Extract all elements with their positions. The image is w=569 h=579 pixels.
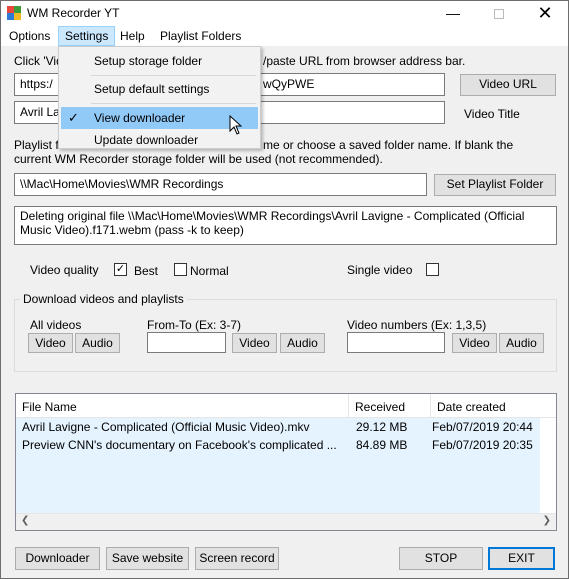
column-received[interactable]: Received xyxy=(349,394,431,418)
video-url-value-right: wQyPWE xyxy=(263,77,315,91)
video-quality-label: Video quality xyxy=(30,263,99,277)
normal-quality-checkbox[interactable] xyxy=(174,263,187,276)
minimize-button[interactable]: — xyxy=(430,1,476,26)
menu-help[interactable]: Help xyxy=(114,26,151,46)
file-name-cell: Avril Lavigne - Complicated (Official Mu… xyxy=(22,420,310,434)
menu-bar: Options Settings Help Playlist Folders xyxy=(1,26,568,46)
scroll-right-icon[interactable]: ❯ xyxy=(543,515,551,526)
scroll-left-icon[interactable]: ❮ xyxy=(21,515,29,526)
playlist-instruction-left: Playlist f xyxy=(14,138,59,152)
title-bar: WM Recorder YT — ✕ xyxy=(1,1,568,26)
menu-separator xyxy=(91,103,256,104)
maximize-icon xyxy=(494,9,504,20)
screen-record-button[interactable]: Screen record xyxy=(195,547,279,570)
video-numbers-audio-button[interactable]: Audio xyxy=(499,333,544,353)
file-name-cell: Preview CNN's documentary on Facebook's … xyxy=(22,438,337,452)
menu-item-view-downloader-label: View downloader xyxy=(94,111,186,125)
playlist-instruction-right: me or choose a saved folder name. If bla… xyxy=(263,138,514,152)
received-cell: 84.89 MB xyxy=(356,438,408,452)
mouse-cursor-icon xyxy=(229,115,242,135)
menu-item-setup-default-settings[interactable]: Setup default settings xyxy=(61,78,258,100)
download-group-title: Download videos and playlists xyxy=(20,292,187,306)
status-output: Deleting original file \\Mac\Home\Movies… xyxy=(14,206,557,245)
best-quality-checkbox[interactable]: ✓ xyxy=(114,263,127,276)
set-playlist-folder-button[interactable]: Set Playlist Folder xyxy=(434,174,556,196)
column-date-created[interactable]: Date created xyxy=(431,394,556,418)
minimize-icon: — xyxy=(446,5,460,21)
close-icon: ✕ xyxy=(537,3,553,23)
all-videos-audio-button[interactable]: Audio xyxy=(75,333,120,353)
video-numbers-label: Video numbers (Ex: 1,3,5) xyxy=(347,318,487,332)
video-url-value-left: https:/ xyxy=(20,77,53,91)
exit-button[interactable]: EXIT xyxy=(488,547,555,570)
received-cell: 29.12 MB xyxy=(356,420,408,434)
list-empty-area xyxy=(16,454,540,516)
url-instruction-right: /paste URL from browser address bar. xyxy=(263,54,466,68)
table-row[interactable]: Preview CNN's documentary on Facebook's … xyxy=(16,436,540,454)
window-title: WM Recorder YT xyxy=(27,6,120,20)
menu-options[interactable]: Options xyxy=(3,26,56,46)
checkmark-icon: ✓ xyxy=(68,110,79,125)
date-cell: Feb/07/2019 20:44 xyxy=(432,420,533,434)
from-to-label: From-To (Ex: 3-7) xyxy=(147,318,242,332)
file-list[interactable]: File Name Received Date created Avril La… xyxy=(15,393,557,531)
all-videos-video-button[interactable]: Video xyxy=(28,333,73,353)
playlist-instruction-line2: current WM Recorder storage folder will … xyxy=(14,152,383,166)
normal-quality-label: Normal xyxy=(190,264,229,278)
from-to-audio-button[interactable]: Audio xyxy=(280,333,325,353)
single-video-checkbox[interactable] xyxy=(426,263,439,276)
column-file-name[interactable]: File Name xyxy=(16,394,349,418)
from-to-video-button[interactable]: Video xyxy=(232,333,277,353)
url-instruction-left: Click 'Vid xyxy=(14,54,63,68)
from-to-input[interactable] xyxy=(147,332,226,353)
all-videos-label: All videos xyxy=(30,318,82,332)
table-row[interactable]: Avril Lavigne - Complicated (Official Mu… xyxy=(16,418,540,436)
menu-item-setup-storage-folder[interactable]: Setup storage folder xyxy=(61,50,258,72)
single-video-label: Single video xyxy=(347,263,413,277)
video-url-button[interactable]: Video URL xyxy=(460,74,556,96)
file-list-header: File Name Received Date created xyxy=(16,394,556,418)
playlist-folder-input[interactable]: \\Mac\Home\Movies\WMR Recordings xyxy=(14,173,427,196)
video-title-label: Video Title xyxy=(464,107,520,121)
menu-playlist-folders[interactable]: Playlist Folders xyxy=(154,26,247,46)
status-line-2: Music Video).f171.webm (pass -k to keep) xyxy=(20,223,244,237)
best-quality-label: Best xyxy=(134,264,159,278)
downloader-button[interactable]: Downloader xyxy=(15,547,100,570)
status-line-1: Deleting original file \\Mac\Home\Movies… xyxy=(20,209,525,223)
video-numbers-video-button[interactable]: Video xyxy=(452,333,497,353)
checkmark-icon: ✓ xyxy=(115,263,126,275)
close-button[interactable]: ✕ xyxy=(522,1,568,26)
video-numbers-input[interactable] xyxy=(347,332,445,353)
app-window: WM Recorder YT — ✕ Options Settings Help… xyxy=(0,0,569,579)
horizontal-scrollbar[interactable]: ❮ ❯ xyxy=(16,513,556,530)
video-title-value: Avril La xyxy=(20,105,60,119)
app-icon xyxy=(7,6,21,20)
menu-separator xyxy=(91,75,256,76)
menu-settings[interactable]: Settings xyxy=(58,26,116,46)
date-cell: Feb/07/2019 20:35 xyxy=(432,438,533,452)
stop-button[interactable]: STOP xyxy=(399,547,483,570)
maximize-button[interactable] xyxy=(476,1,522,26)
save-website-button[interactable]: Save website xyxy=(106,547,189,570)
